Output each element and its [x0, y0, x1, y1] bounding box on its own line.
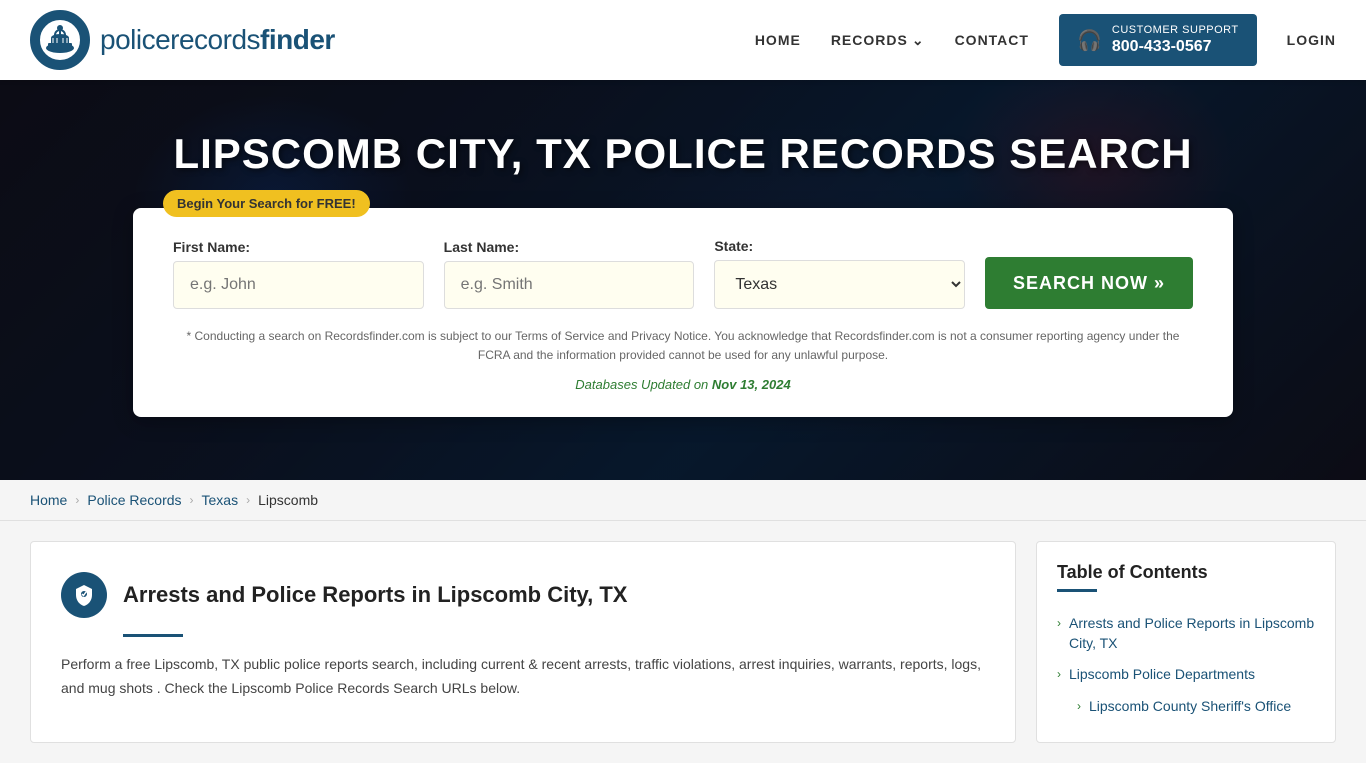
headphone-icon: 🎧 [1077, 28, 1102, 53]
disclaimer-text: * Conducting a search on Recordsfinder.c… [173, 327, 1193, 365]
breadcrumb-sep-2: › [190, 493, 194, 507]
toc-link-1[interactable]: Arrests and Police Reports in Lipscomb C… [1069, 614, 1315, 653]
badge-icon [61, 572, 107, 618]
last-name-group: Last Name: [444, 239, 695, 309]
section-body: Perform a free Lipscomb, TX public polic… [61, 653, 985, 701]
breadcrumb-texas[interactable]: Texas [202, 492, 239, 508]
chevron-down-icon: ⌄ [912, 32, 925, 49]
breadcrumb-current: Lipscomb [258, 492, 318, 508]
content-left: Arrests and Police Reports in Lipscomb C… [30, 541, 1016, 743]
search-container: Begin Your Search for FREE! First Name: … [133, 208, 1233, 417]
logo-icon [30, 10, 90, 70]
first-name-group: First Name: [173, 239, 424, 309]
support-info: CUSTOMER SUPPORT 800-433-0567 [1112, 24, 1239, 56]
state-label: State: [714, 238, 965, 254]
last-name-input[interactable] [444, 261, 695, 309]
section-title-underline [123, 634, 183, 637]
support-box[interactable]: 🎧 CUSTOMER SUPPORT 800-433-0567 [1059, 14, 1257, 66]
breadcrumb: Home › Police Records › Texas › Lipscomb [0, 480, 1366, 521]
toc-arrow-3: › [1077, 699, 1081, 713]
section-title-row: Arrests and Police Reports in Lipscomb C… [61, 572, 985, 618]
toc-divider [1057, 589, 1097, 592]
toc-item-3[interactable]: › Lipscomb County Sheriff's Office [1057, 691, 1315, 723]
hero-title: LIPSCOMB CITY, TX POLICE RECORDS SEARCH [173, 130, 1192, 178]
toc-arrow-1: › [1057, 616, 1061, 630]
search-form: First Name: Last Name: State: Texas Alab… [173, 238, 1193, 309]
toc-title: Table of Contents [1057, 562, 1315, 583]
toc-item-2[interactable]: › Lipscomb Police Departments [1057, 659, 1315, 691]
section-title: Arrests and Police Reports in Lipscomb C… [123, 582, 627, 608]
nav-records[interactable]: RECORDS ⌄ [831, 32, 925, 49]
toc-box: Table of Contents › Arrests and Police R… [1036, 541, 1336, 743]
nav-home[interactable]: HOME [755, 32, 801, 48]
breadcrumb-sep-1: › [75, 493, 79, 507]
breadcrumb-sep-3: › [246, 493, 250, 507]
search-button[interactable]: SEARCH NOW » [985, 257, 1193, 309]
nav-contact[interactable]: CONTACT [955, 32, 1029, 48]
hero-section: LIPSCOMB CITY, TX POLICE RECORDS SEARCH … [0, 80, 1366, 480]
toc-link-3[interactable]: Lipscomb County Sheriff's Office [1089, 697, 1291, 717]
state-group: State: Texas Alabama Alaska Arizona Arka… [714, 238, 965, 309]
last-name-label: Last Name: [444, 239, 695, 255]
breadcrumb-police-records[interactable]: Police Records [87, 492, 181, 508]
free-badge: Begin Your Search for FREE! [163, 190, 370, 217]
toc-arrow-2: › [1057, 667, 1061, 681]
main-content: Arrests and Police Reports in Lipscomb C… [0, 521, 1366, 763]
logo-area: policerecordsfinder [30, 10, 335, 70]
first-name-label: First Name: [173, 239, 424, 255]
content-right: Table of Contents › Arrests and Police R… [1036, 541, 1336, 743]
toc-link-2[interactable]: Lipscomb Police Departments [1069, 665, 1255, 685]
logo-text: policerecordsfinder [100, 24, 335, 56]
nav-login[interactable]: LOGIN [1287, 32, 1336, 48]
site-header: policerecordsfinder HOME RECORDS ⌄ CONTA… [0, 0, 1366, 80]
breadcrumb-home[interactable]: Home [30, 492, 67, 508]
main-nav: HOME RECORDS ⌄ CONTACT 🎧 CUSTOMER SUPPOR… [755, 14, 1336, 66]
db-updated: Databases Updated on Nov 13, 2024 [173, 377, 1193, 392]
state-select[interactable]: Texas Alabama Alaska Arizona Arkansas Ca… [714, 260, 965, 309]
first-name-input[interactable] [173, 261, 424, 309]
toc-item-1[interactable]: › Arrests and Police Reports in Lipscomb… [1057, 608, 1315, 659]
